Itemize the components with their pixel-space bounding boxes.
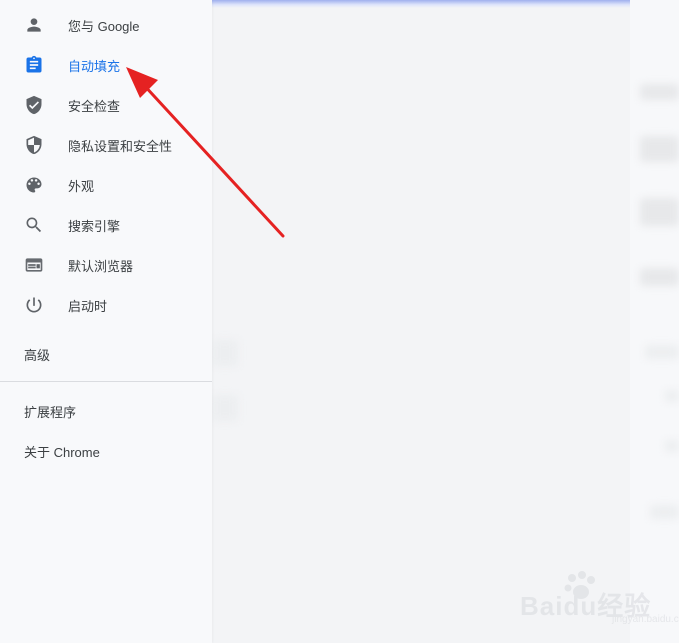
sidebar-item-autofill[interactable]: 自动填充	[0, 45, 212, 85]
sidebar-item-default-browser[interactable]: 默认浏览器	[0, 245, 212, 285]
palette-icon	[24, 175, 44, 195]
sidebar-item-label: 启动时	[68, 298, 108, 314]
sidebar-item-on-startup[interactable]: 启动时	[0, 285, 212, 325]
blurred-content	[212, 395, 238, 421]
sidebar-item-safety-check[interactable]: 安全检查	[0, 85, 212, 125]
clipboard-icon	[24, 55, 44, 75]
settings-page: 您与 Google 自动填充 安全检查 隐私设置和安全性 外观 搜索引擎 默认浏…	[0, 0, 679, 643]
sidebar-item-search-engine[interactable]: 搜索引擎	[0, 205, 212, 245]
sidebar-item-label: 默认浏览器	[68, 258, 134, 274]
blurred-content	[645, 345, 679, 359]
sidebar-item-label: 外观	[68, 178, 95, 194]
power-icon	[24, 295, 44, 315]
sidebar-item-label: 安全检查	[68, 98, 121, 114]
blurred-content	[640, 84, 679, 100]
sidebar-item-label: 您与 Google	[68, 18, 140, 34]
advanced-section-toggle[interactable]: 高级	[24, 345, 50, 364]
header-bar	[212, 0, 679, 8]
shield-check-icon	[24, 95, 44, 115]
sidebar-item-privacy-security[interactable]: 隐私设置和安全性	[0, 125, 212, 165]
blurred-content	[650, 505, 679, 519]
blurred-content	[640, 136, 679, 162]
person-icon	[24, 15, 44, 35]
sidebar-item-label: 搜索引擎	[68, 218, 121, 234]
blurred-content	[640, 268, 679, 286]
sidebar-divider	[0, 381, 212, 382]
main-content-area	[212, 0, 679, 643]
shield-half-icon	[24, 135, 44, 155]
sidebar-item-you-and-google[interactable]: 您与 Google	[0, 5, 212, 45]
extensions-link[interactable]: 扩展程序	[24, 402, 76, 421]
blurred-content	[640, 198, 679, 226]
settings-sidebar: 您与 Google 自动填充 安全检查 隐私设置和安全性 外观 搜索引擎 默认浏…	[0, 0, 212, 643]
blurred-content	[212, 340, 238, 366]
sidebar-item-label: 自动填充	[68, 58, 121, 74]
blurred-content	[665, 390, 679, 402]
sidebar-item-appearance[interactable]: 外观	[0, 165, 212, 205]
search-icon	[24, 215, 44, 235]
browser-window-icon	[24, 255, 44, 275]
about-chrome-link[interactable]: 关于 Chrome	[24, 442, 100, 461]
blurred-content	[665, 440, 679, 452]
sidebar-item-label: 隐私设置和安全性	[68, 138, 173, 154]
